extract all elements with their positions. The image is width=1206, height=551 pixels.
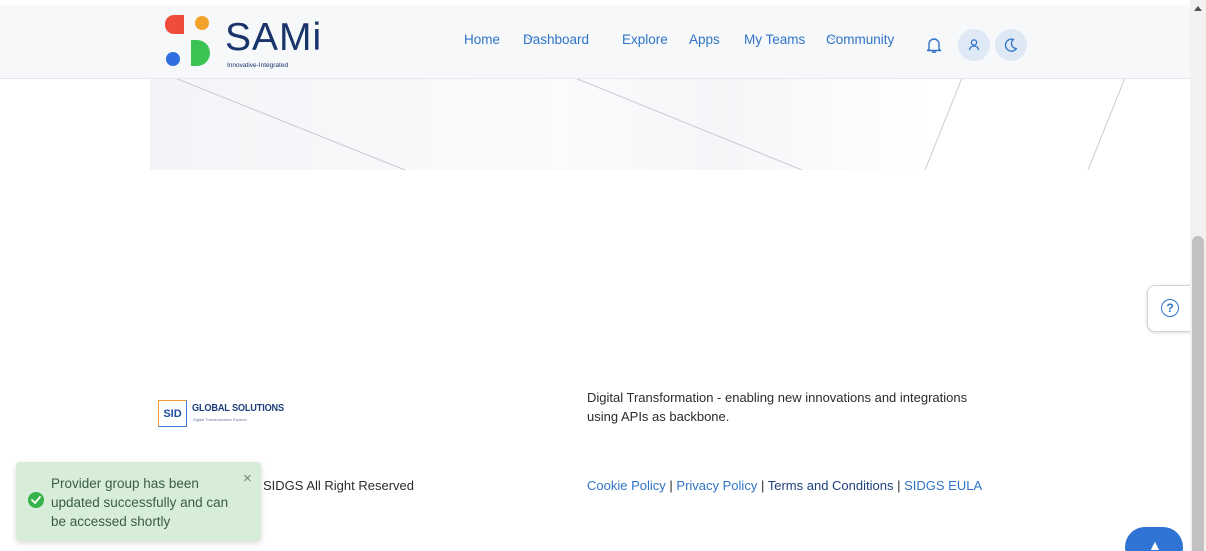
link-separator: | — [669, 478, 673, 493]
toast-message: Provider group has been updated successf… — [51, 476, 229, 529]
question-icon: ? — [1161, 299, 1179, 317]
policy-links: Cookie Policy | Privacy Policy | Terms a… — [587, 478, 982, 493]
vertical-scrollbar[interactable] — [1190, 0, 1206, 551]
nav-home-label: Home — [464, 32, 501, 47]
page: SAMi Innovative-Integrated Home Dashboar… — [0, 0, 1190, 551]
user-icon — [968, 39, 980, 51]
footer-tagline: Digital Transformation - enabling new in… — [587, 390, 968, 424]
scroll-up-arrow-icon[interactable] — [1194, 6, 1202, 11]
nav-apps-label: Apps — [689, 32, 720, 47]
arrow-up-icon: ▲ — [1148, 537, 1162, 551]
hero-lines — [174, 78, 1126, 170]
logo-mark-red — [165, 15, 184, 34]
hero-decoration — [150, 78, 1190, 170]
eula-link[interactable]: SIDGS EULA — [904, 478, 982, 493]
link-separator: | — [760, 478, 765, 493]
nav-my-teams-label: My Teams — [744, 32, 806, 47]
chevron-down-icon: ⌵ — [524, 32, 535, 43]
terms-link[interactable]: Terms and Conditions — [768, 478, 894, 493]
copyright-text: SIDGS All Right Reserved — [263, 478, 415, 493]
scroll-to-top-button[interactable]: ▲ — [1125, 527, 1183, 551]
check-circle-icon — [28, 492, 44, 508]
user-button[interactable] — [958, 29, 990, 61]
success-toast: Provider group has been updated successf… — [16, 462, 261, 541]
close-icon[interactable]: × — [243, 470, 252, 487]
bell-icon[interactable] — [926, 36, 942, 54]
sidgs-logo: SID GLOBAL SOLUTIONS Digital Transformat… — [158, 400, 284, 430]
privacy-policy-link[interactable]: Privacy Policy — [676, 478, 757, 493]
company-subtitle: Digital Transformation Experts — [193, 417, 247, 422]
scrollbar-thumb[interactable] — [1192, 236, 1204, 551]
nav-explore-label: Explore — [622, 32, 668, 47]
moon-icon — [1004, 38, 1018, 52]
company-name: GLOBAL SOLUTIONS — [192, 403, 284, 414]
theme-toggle-button[interactable] — [995, 29, 1027, 61]
logo-mark-blue — [166, 52, 180, 66]
chevron-down-icon: ⌵ — [827, 32, 838, 43]
sid-mark: SID — [158, 400, 187, 427]
brand-logo[interactable]: SAMi Innovative-Integrated — [165, 15, 321, 70]
top-navbar: SAMi Innovative-Integrated Home Dashboar… — [0, 5, 1190, 79]
brand-name: SAMi — [225, 16, 323, 59]
brand-tagline: Innovative-Integrated — [227, 62, 289, 69]
link-separator: | — [897, 478, 901, 493]
cookie-policy-link[interactable]: Cookie Policy — [587, 478, 666, 493]
logo-mark-orange — [195, 16, 209, 30]
logo-mark-green — [191, 40, 210, 66]
